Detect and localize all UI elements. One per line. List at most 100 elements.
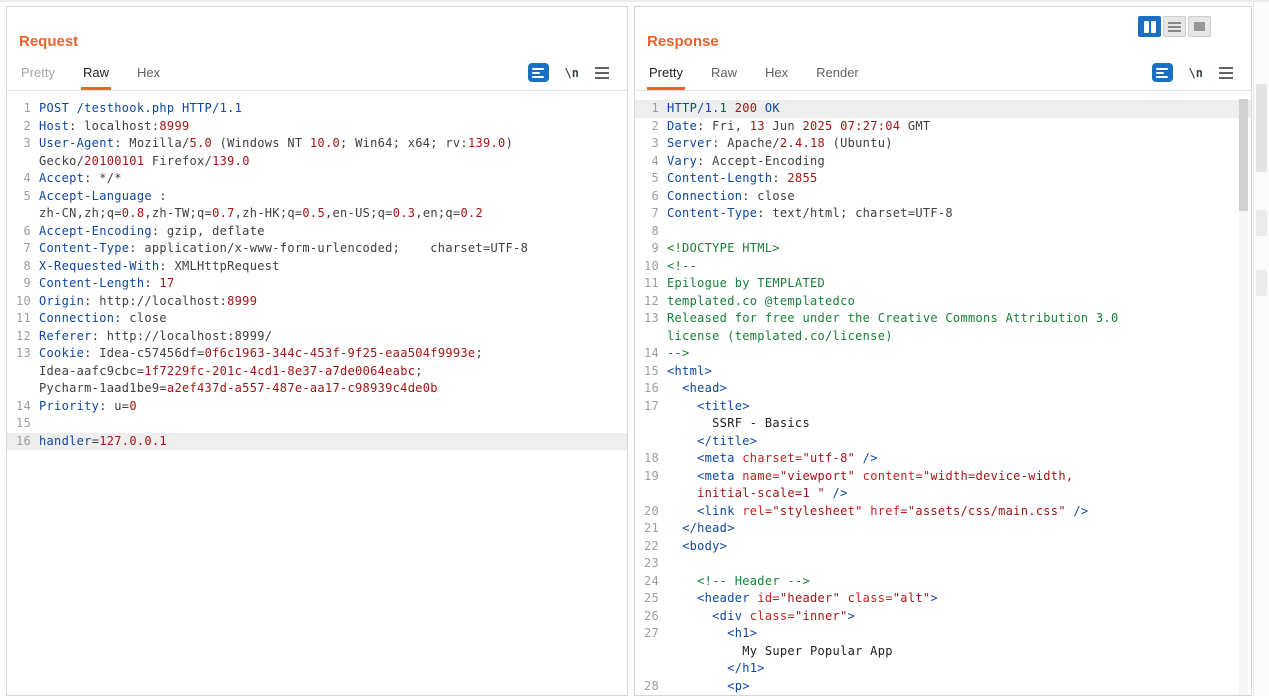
code-line[interactable]: 1HTTP/1.1 200 OK xyxy=(635,100,1251,118)
code-line[interactable]: 11Connection: close xyxy=(7,310,627,328)
line-number: 11 xyxy=(635,275,667,293)
line-number: 15 xyxy=(635,363,667,381)
code-line[interactable]: 12templated.co @templatedco xyxy=(635,293,1251,311)
code-line[interactable]: 2Host: localhost:8999 xyxy=(7,118,627,136)
panel-menu-icon[interactable] xyxy=(595,67,609,79)
line-number: 12 xyxy=(635,293,667,311)
code-line[interactable]: 20 <link rel="stylesheet" href="assets/c… xyxy=(635,503,1251,521)
line-number: 6 xyxy=(7,223,39,241)
code-line[interactable]: 27 <h1> My Super Popular App </h1> xyxy=(635,625,1251,678)
code-line[interactable]: 26 <div class="inner"> xyxy=(635,608,1251,626)
line-number: 9 xyxy=(635,240,667,258)
code-line[interactable]: 15 xyxy=(7,415,627,433)
line-number: 9 xyxy=(7,275,39,293)
code-line[interactable]: 18 <meta charset="utf-8" /> xyxy=(635,450,1251,468)
code-line[interactable]: 21 </head> xyxy=(635,520,1251,538)
code-line[interactable]: 15<html> xyxy=(635,363,1251,381)
request-tabs: Pretty Raw Hex \n xyxy=(7,57,627,91)
line-content: <title> SSRF - Basics </title> xyxy=(667,398,1251,451)
line-content: Origin: http://localhost:8999 xyxy=(39,293,627,311)
window-top-divider xyxy=(0,0,1269,2)
request-tab-hex[interactable]: Hex xyxy=(135,57,162,90)
code-line[interactable]: 19 <meta name="viewport" content="width=… xyxy=(635,468,1251,503)
code-line[interactable]: 2Date: Fri, 13 Jun 2025 07:27:04 GMT xyxy=(635,118,1251,136)
response-tab-render[interactable]: Render xyxy=(814,57,861,90)
code-line[interactable]: 13Cookie: Idea-c57456df=0f6c1963-344c-45… xyxy=(7,345,627,398)
line-content: <!-- xyxy=(667,258,1251,276)
show-newlines-icon[interactable]: \n xyxy=(1189,66,1203,80)
code-line[interactable]: 28 <p> Definitely not vulnerable to SSRF… xyxy=(635,678,1251,696)
panel-menu-icon[interactable] xyxy=(1219,67,1233,79)
line-content: <!DOCTYPE HTML> xyxy=(667,240,1251,258)
code-line[interactable]: 13Released for free under the Creative C… xyxy=(635,310,1251,345)
line-content: Priority: u=0 xyxy=(39,398,627,416)
code-line[interactable]: 6Accept-Encoding: gzip, deflate xyxy=(7,223,627,241)
line-content: <link rel="stylesheet" href="assets/css/… xyxy=(667,503,1251,521)
line-number: 21 xyxy=(635,520,667,538)
code-line[interactable]: 12Referer: http://localhost:8999/ xyxy=(7,328,627,346)
code-line[interactable]: 14--> xyxy=(635,345,1251,363)
code-line[interactable]: 3User-Agent: Mozilla/5.0 (Windows NT 10.… xyxy=(7,135,627,170)
code-line[interactable]: 11Epilogue by TEMPLATED xyxy=(635,275,1251,293)
line-number: 4 xyxy=(7,170,39,188)
response-tab-raw[interactable]: Raw xyxy=(709,57,739,90)
pretty-format-icon[interactable] xyxy=(528,63,549,82)
code-line[interactable]: 24 <!-- Header --> xyxy=(635,573,1251,591)
line-content: </head> xyxy=(667,520,1251,538)
code-line[interactable]: 1POST /testhook.php HTTP/1.1 xyxy=(7,100,627,118)
split-columns-view-button[interactable] xyxy=(1138,16,1161,37)
code-line[interactable]: 9Content-Length: 17 xyxy=(7,275,627,293)
split-rows-view-button[interactable] xyxy=(1163,16,1186,37)
response-scrollbar-thumb[interactable] xyxy=(1239,99,1248,211)
code-line[interactable]: 5Content-Length: 2855 xyxy=(635,170,1251,188)
line-number: 5 xyxy=(635,170,667,188)
response-tab-pretty[interactable]: Pretty xyxy=(647,57,685,90)
code-line[interactable]: 7Content-Type: application/x-www-form-ur… xyxy=(7,240,627,258)
request-tab-raw[interactable]: Raw xyxy=(81,57,111,90)
request-code[interactable]: 1POST /testhook.php HTTP/1.12Host: local… xyxy=(7,97,627,695)
line-number: 3 xyxy=(635,135,667,153)
show-newlines-icon[interactable]: \n xyxy=(565,66,579,80)
code-line[interactable]: 6Connection: close xyxy=(635,188,1251,206)
line-number: 1 xyxy=(635,100,667,118)
pretty-format-icon[interactable] xyxy=(1152,63,1173,82)
code-line[interactable]: 7Content-Type: text/html; charset=UTF-8 xyxy=(635,205,1251,223)
line-content: <h1> My Super Popular App </h1> xyxy=(667,625,1251,678)
code-line[interactable]: 8X-Requested-With: XMLHttpRequest xyxy=(7,258,627,276)
window-scrollbar[interactable] xyxy=(1253,2,1269,696)
code-line[interactable]: 25 <header id="header" class="alt"> xyxy=(635,590,1251,608)
line-number: 15 xyxy=(7,415,39,433)
code-line[interactable]: 14Priority: u=0 xyxy=(7,398,627,416)
line-number: 4 xyxy=(635,153,667,171)
request-tab-pretty[interactable]: Pretty xyxy=(19,57,57,90)
line-number: 22 xyxy=(635,538,667,556)
code-line[interactable]: 4Vary: Accept-Encoding xyxy=(635,153,1251,171)
code-line[interactable]: 22 <body> xyxy=(635,538,1251,556)
code-line[interactable]: 4Accept: */* xyxy=(7,170,627,188)
code-line[interactable]: 23 xyxy=(635,555,1251,573)
line-number: 2 xyxy=(635,118,667,136)
line-number: 20 xyxy=(635,503,667,521)
code-line[interactable]: 17 <title> SSRF - Basics </title> xyxy=(635,398,1251,451)
response-title: Response xyxy=(647,33,719,50)
code-line[interactable]: 16handler=127.0.0.1 xyxy=(7,433,627,451)
code-line[interactable]: 9<!DOCTYPE HTML> xyxy=(635,240,1251,258)
line-content: Released for free under the Creative Com… xyxy=(667,310,1251,345)
code-line[interactable]: 3Server: Apache/2.4.18 (Ubuntu) xyxy=(635,135,1251,153)
response-tab-hex[interactable]: Hex xyxy=(763,57,790,90)
line-number: 13 xyxy=(635,310,667,345)
line-number: 25 xyxy=(635,590,667,608)
response-code[interactable]: 1HTTP/1.1 200 OK2Date: Fri, 13 Jun 2025 … xyxy=(635,97,1251,695)
code-line[interactable]: 10<!-- xyxy=(635,258,1251,276)
response-scrollbar[interactable] xyxy=(1239,99,1248,695)
line-number: 10 xyxy=(7,293,39,311)
single-view-button[interactable] xyxy=(1188,16,1211,37)
line-content: Accept: */* xyxy=(39,170,627,188)
code-line[interactable]: 8 xyxy=(635,223,1251,241)
response-panel: Response Pretty Raw Hex Render \n 1HTTP/… xyxy=(634,6,1252,696)
line-number: 1 xyxy=(7,100,39,118)
scrollbar-thumb[interactable] xyxy=(1256,84,1267,172)
code-line[interactable]: 5Accept-Language : zh-CN,zh;q=0.8,zh-TW;… xyxy=(7,188,627,223)
code-line[interactable]: 10Origin: http://localhost:8999 xyxy=(7,293,627,311)
code-line[interactable]: 16 <head> xyxy=(635,380,1251,398)
